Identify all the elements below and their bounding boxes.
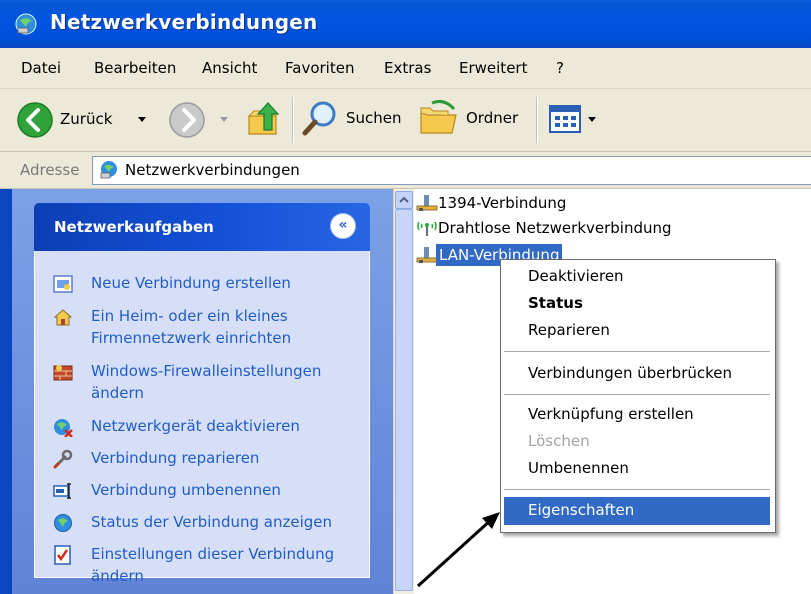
annotation-arrow-icon	[416, 512, 500, 588]
explorer-window: Netzwerkverbindungen Datei Bearbeiten An…	[0, 0, 811, 594]
